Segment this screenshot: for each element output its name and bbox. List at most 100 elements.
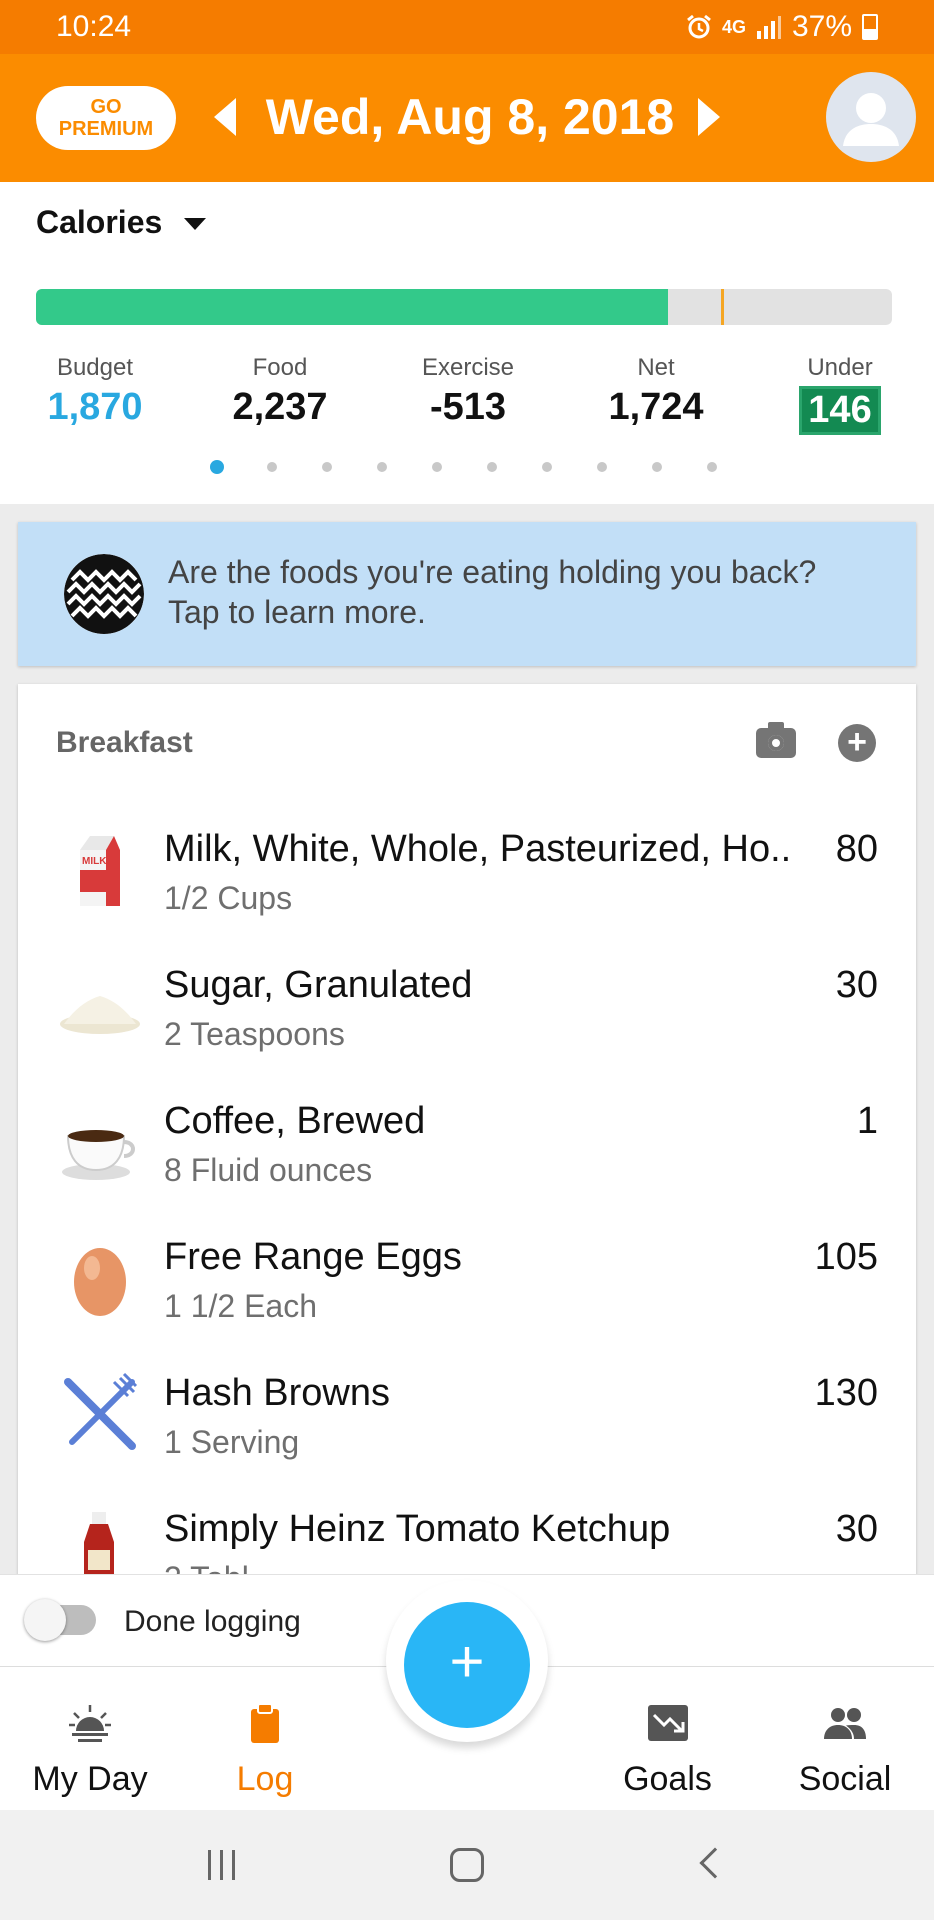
stat-label: Under xyxy=(807,354,873,381)
page-dot[interactable] xyxy=(597,462,607,472)
stat-value: 1,870 xyxy=(47,386,143,428)
home-icon[interactable] xyxy=(450,1848,484,1882)
clipboard-icon xyxy=(251,1703,279,1743)
nav-my-day[interactable]: My Day xyxy=(30,1701,150,1799)
premium-line1: GO xyxy=(90,96,122,118)
food-quantity: 1 1/2 Each xyxy=(164,1288,317,1324)
food-name: Milk, White, Whole, Pasteurized, Ho.. xyxy=(164,828,792,870)
fork-knife-icon xyxy=(64,1372,138,1450)
network-type: 4G xyxy=(721,16,746,37)
page-dot[interactable] xyxy=(267,462,277,472)
food-calories: 105 xyxy=(814,1236,878,1278)
sunrise-icon xyxy=(69,1705,111,1742)
food-calories: 30 xyxy=(835,964,878,1006)
profile-avatar[interactable] xyxy=(826,72,916,162)
app-header: GO PREMIUM Wed, Aug 8, 2018 xyxy=(0,54,934,182)
calorie-progress-bar xyxy=(36,289,892,325)
battery-percent: 37% xyxy=(791,10,852,43)
add-food-icon[interactable]: + xyxy=(838,724,876,762)
food-row[interactable]: Sugar, Granulated 2 Teaspoons 30 xyxy=(18,942,916,1078)
food-calories: 80 xyxy=(835,828,878,870)
done-logging-toggle[interactable] xyxy=(24,1599,96,1641)
nav-label: Goals xyxy=(623,1760,712,1798)
page-dot[interactable] xyxy=(652,462,662,472)
page-dot[interactable] xyxy=(707,462,717,472)
stat-value: 1,724 xyxy=(608,386,704,428)
page-indicator[interactable] xyxy=(210,460,762,474)
previous-day-icon[interactable] xyxy=(214,98,236,136)
zigzag-logo-icon xyxy=(64,554,144,634)
stat-label: Budget xyxy=(56,354,134,381)
food-quantity: 2 Teaspoons xyxy=(164,1016,345,1052)
progress-fill xyxy=(36,289,668,325)
page-dot[interactable] xyxy=(377,462,387,472)
clock: 10:24 xyxy=(56,10,132,43)
signal-icon xyxy=(756,16,781,39)
under-badge: 146 xyxy=(799,386,881,435)
nav-label: Log xyxy=(236,1760,294,1798)
recent-apps-icon[interactable] xyxy=(208,1850,235,1880)
user-icon xyxy=(843,93,899,146)
page-dot[interactable] xyxy=(432,462,442,472)
add-entry-button[interactable]: + xyxy=(404,1602,530,1728)
food-row[interactable]: Coffee, Brewed 8 Fluid ounces 1 xyxy=(18,1078,916,1214)
stat-label: Exercise xyxy=(421,354,515,381)
food-name: Sugar, Granulated xyxy=(164,964,473,1006)
sugar-icon xyxy=(60,996,140,1034)
page-dot[interactable] xyxy=(322,462,332,472)
stat-value: 2,237 xyxy=(232,386,328,428)
toggle-knob xyxy=(24,1599,66,1641)
food-quantity: 1 Serving xyxy=(164,1424,300,1460)
page-dot[interactable] xyxy=(210,460,224,474)
nav-social[interactable]: Social xyxy=(785,1701,905,1799)
camera-icon[interactable] xyxy=(756,722,796,758)
food-calories: 30 xyxy=(835,1508,878,1550)
food-name: Hash Browns xyxy=(164,1372,390,1414)
stat-label: Food xyxy=(252,354,308,381)
date-title[interactable]: Wed, Aug 8, 2018 xyxy=(260,88,680,146)
food-calories: 1 xyxy=(856,1100,878,1142)
next-day-icon[interactable] xyxy=(698,98,720,136)
nav-label: My Day xyxy=(32,1760,148,1798)
svg-text:MILK: MILK xyxy=(82,856,107,867)
milk-carton-icon: MILK xyxy=(80,836,120,906)
metric-selector[interactable]: Calories xyxy=(36,204,162,241)
goals-chart-icon xyxy=(647,1705,688,1741)
food-name: Simply Heinz Tomato Ketchup xyxy=(164,1508,671,1550)
stat-exercise: Exercise -513 xyxy=(405,354,531,429)
nav-goals[interactable]: Goals xyxy=(610,1701,725,1799)
done-logging-label: Done logging xyxy=(124,1605,301,1638)
premium-line2: PREMIUM xyxy=(58,118,154,140)
page-dot[interactable] xyxy=(487,462,497,472)
food-quantity: 8 Fluid ounces xyxy=(164,1152,373,1188)
go-premium-button[interactable]: GO PREMIUM xyxy=(36,86,176,150)
budget-marker xyxy=(720,289,724,325)
system-nav-bar xyxy=(0,1810,934,1920)
nav-label: Social xyxy=(798,1760,892,1798)
food-name: Coffee, Brewed xyxy=(164,1100,426,1142)
egg-icon xyxy=(74,1248,126,1316)
coffee-cup-icon xyxy=(62,1130,135,1180)
stat-net: Net 1,724 xyxy=(596,354,716,429)
stat-food: Food 2,237 xyxy=(220,354,340,429)
battery-icon xyxy=(862,14,878,40)
promo-text: Are the foods you're eating holding you … xyxy=(168,554,817,630)
stat-value: -513 xyxy=(429,386,507,428)
nav-log[interactable]: Log xyxy=(220,1701,310,1799)
food-row[interactable]: Free Range Eggs 1 1/2 Each 105 xyxy=(18,1214,916,1350)
meal-title: Breakfast xyxy=(56,726,193,759)
food-calories: 130 xyxy=(814,1372,878,1414)
food-row[interactable]: Hash Browns 1 Serving 130 xyxy=(18,1350,916,1486)
plus-icon: + xyxy=(449,1628,485,1695)
back-icon[interactable] xyxy=(699,1847,731,1879)
dropdown-caret-icon[interactable] xyxy=(184,218,206,230)
promo-banner[interactable]: Are the foods you're eating holding you … xyxy=(18,522,916,666)
status-bar: 10:24 4G 37% xyxy=(0,0,934,54)
breakfast-card: Breakfast + MILK Milk, White, Whole, Pas… xyxy=(18,684,916,1684)
calorie-summary: Calories Budget 1,870 Food 2,237 Exercis… xyxy=(0,182,934,504)
stat-budget: Budget 1,870 xyxy=(40,354,150,429)
people-icon xyxy=(824,1708,866,1739)
page-dot[interactable] xyxy=(542,462,552,472)
stat-under: Under 146 xyxy=(790,354,890,435)
food-row[interactable]: MILK Milk, White, Whole, Pasteurized, Ho… xyxy=(18,806,916,942)
